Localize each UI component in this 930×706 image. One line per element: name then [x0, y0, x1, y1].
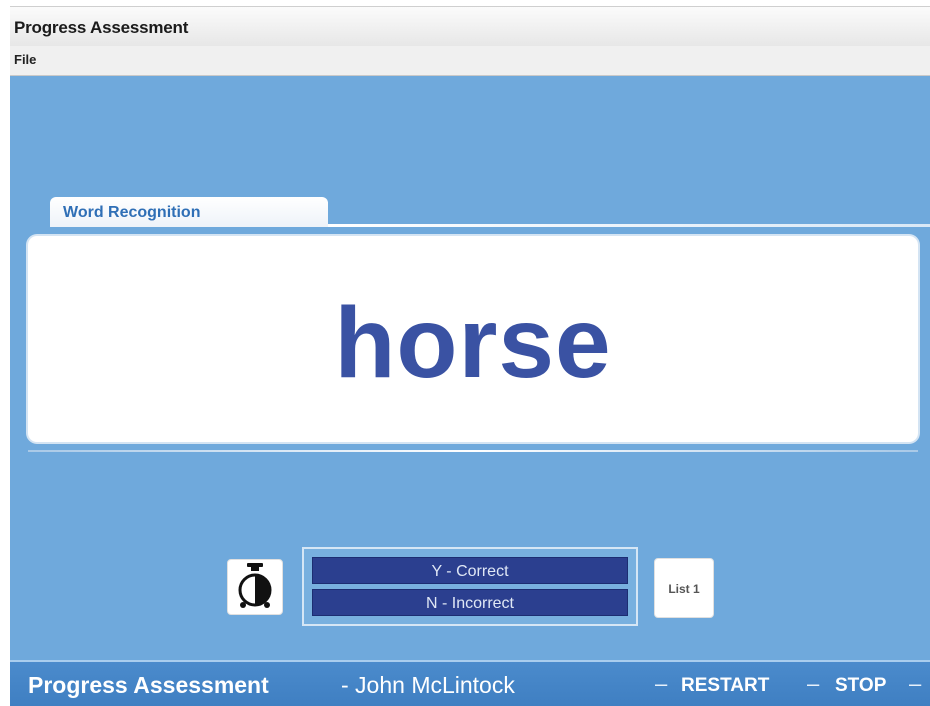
- correct-button[interactable]: Y - Correct: [312, 557, 628, 584]
- menu-bar: File: [10, 46, 930, 76]
- stopwatch-icon: [238, 563, 272, 608]
- card-divider: [28, 450, 918, 452]
- timer-button[interactable]: [227, 559, 283, 615]
- app-window: Progress Assessment File Word Recognitio…: [10, 6, 930, 706]
- footer-separator: –: [909, 671, 922, 696]
- incorrect-button[interactable]: N - Incorrect: [312, 589, 628, 616]
- window-title: Progress Assessment: [14, 18, 189, 37]
- menu-file[interactable]: File: [14, 52, 36, 67]
- tab-divider: [328, 224, 930, 227]
- word-card: horse: [28, 236, 918, 442]
- footer-app-name: Progress Assessment: [28, 672, 269, 698]
- answer-panel: Y - Correct N - Incorrect: [302, 547, 638, 626]
- target-word: horse: [334, 287, 612, 399]
- title-bar: Progress Assessment: [10, 6, 930, 46]
- stop-button[interactable]: STOP: [835, 675, 886, 697]
- footer-separator: –: [655, 671, 668, 696]
- restart-button[interactable]: RESTART: [681, 675, 769, 697]
- tab-word-recognition[interactable]: Word Recognition: [50, 197, 328, 227]
- list-button[interactable]: List 1: [654, 558, 714, 618]
- footer-bar: Progress Assessment - John McLintock – R…: [10, 660, 930, 706]
- footer-user-name: - John McLintock: [341, 672, 515, 698]
- tab-label: Word Recognition: [63, 204, 201, 221]
- footer-separator: –: [807, 671, 820, 696]
